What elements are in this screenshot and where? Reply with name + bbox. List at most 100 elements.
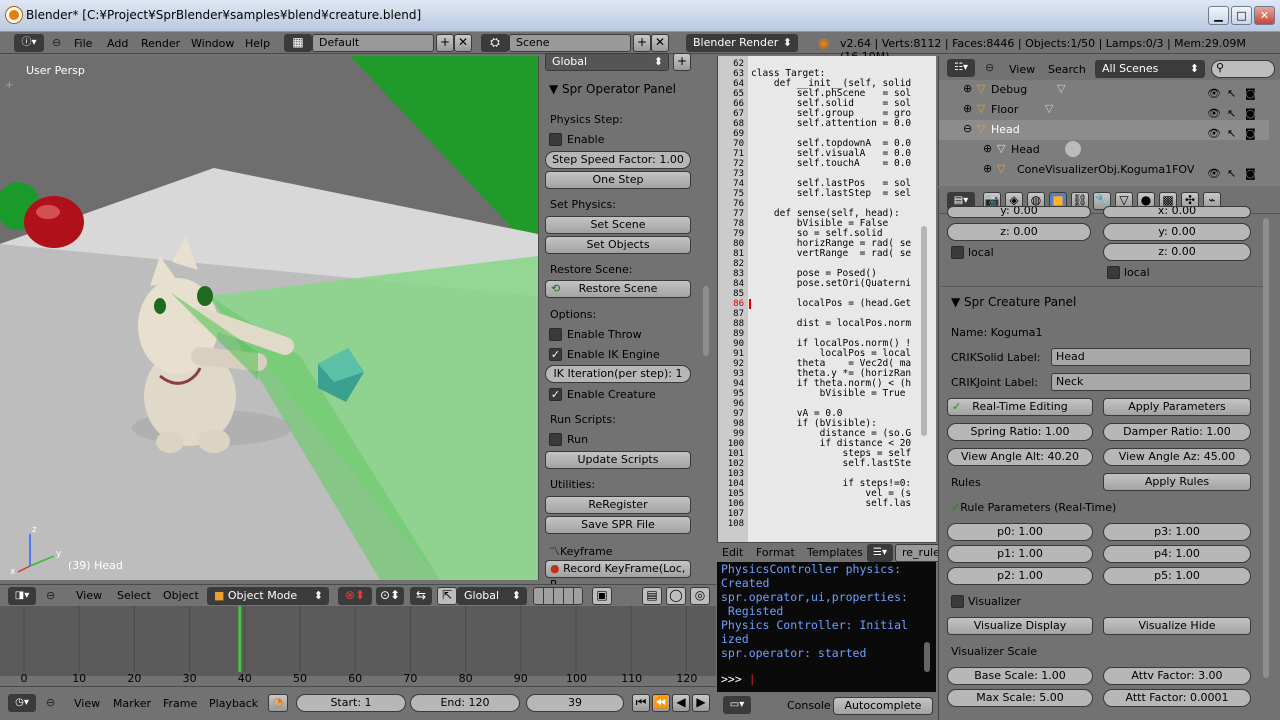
autocomplete-button[interactable]: Autocomplete [833, 697, 933, 715]
save-spr-button[interactable]: Save SPR File [545, 516, 691, 534]
attt-factor-field[interactable]: Attt Factor: 0.0001 [1103, 689, 1251, 707]
p1-field[interactable]: p1: 1.00 [947, 545, 1093, 563]
outliner-editor-icon[interactable]: ☷▾ [947, 59, 975, 77]
text-menu-format[interactable]: Format [756, 546, 795, 559]
opengl-anim-icon[interactable]: ◎ [690, 587, 710, 605]
menu-window[interactable]: Window [191, 37, 234, 50]
y-field-a[interactable]: y: 0.00 [947, 206, 1091, 218]
code-line[interactable]: 107 [718, 509, 936, 519]
orientation-select[interactable]: Global ⬍ [545, 53, 669, 71]
rule-parameters-toggle[interactable]: ✓Rule Parameters (Real-Time) [951, 501, 1116, 514]
properties-scrollbar[interactable] [1263, 218, 1269, 678]
view-angle-az-field[interactable]: View Angle Az: 45.00 [1103, 448, 1251, 466]
one-step-button[interactable]: One Step [545, 171, 691, 189]
timeline-menu-frame[interactable]: Frame [163, 697, 197, 710]
render-preview-icon[interactable]: ▤ [642, 587, 662, 605]
p3-field[interactable]: p3: 1.00 [1103, 523, 1251, 541]
apply-parameters-button[interactable]: Apply Parameters [1103, 398, 1251, 416]
visualize-hide-button[interactable]: Visualize Hide [1103, 617, 1251, 635]
timeline-menu-view[interactable]: View [74, 697, 100, 710]
code-line[interactable]: 102 self.lastSte [718, 459, 936, 470]
collapse-icon[interactable]: ⊖ [52, 36, 61, 49]
play-icon[interactable]: ▶ [692, 694, 710, 712]
crik-joint-input[interactable]: Neck [1051, 373, 1251, 391]
view3d-menu-object[interactable]: Object [163, 589, 199, 602]
visibility-eye-icons[interactable]: 👁 👁 👁 👁 [1207, 84, 1221, 184]
local-checkbox-b[interactable] [1107, 266, 1120, 279]
record-keyframe-button[interactable]: ● Record KeyFrame(Loc, R [545, 560, 691, 591]
keyframe-header[interactable]: 〽Keyframe [549, 543, 613, 559]
current-frame-line[interactable] [238, 606, 242, 672]
opengl-render-icon[interactable]: ◯ [666, 587, 686, 605]
menu-add[interactable]: Add [107, 37, 128, 50]
step-speed-field[interactable]: Step Speed Factor: 1.00 [545, 151, 691, 169]
text-editor[interactable]: 62 63 class Target: 64 def __init__(self, s… [717, 56, 936, 542]
text-datablock-icon[interactable]: ☰▾ [867, 544, 893, 562]
text-menu-templates[interactable]: Templates [807, 546, 863, 559]
select-cursor-icons[interactable]: ↖ ↖ ↖ ↖ [1227, 84, 1236, 184]
console-prompt[interactable]: >>> | [721, 672, 756, 686]
enable-checkbox[interactable] [549, 133, 562, 146]
code-line[interactable]: 81 vertRange = rad( se [718, 249, 936, 260]
transform-orientation-select[interactable]: Global ⬍ [457, 587, 527, 605]
y-field-b[interactable]: y: 0.00 [1103, 223, 1251, 241]
local-checkbox-a[interactable] [951, 246, 964, 259]
console-menu[interactable]: Console [787, 699, 831, 712]
code-line[interactable]: 68 self.attention = 0.0 [718, 119, 936, 130]
ik-iteration-field[interactable]: IK Iteration(per step): 1 [545, 365, 691, 383]
expand-icon[interactable]: ⊕ [963, 82, 972, 95]
view-angle-alt-field[interactable]: View Angle Alt: 40.20 [947, 448, 1093, 466]
layout-remove-button[interactable]: ✕ [454, 34, 472, 52]
outliner[interactable]: ☷▾ ⊖ View Search All Scenes ⬍ ⚲ ⊕ ▽ Debug… [938, 56, 1280, 186]
base-scale-field[interactable]: Base Scale: 1.00 [947, 667, 1093, 685]
maximize-button[interactable]: □ [1231, 6, 1252, 25]
layout-icon[interactable]: ▦ [284, 34, 312, 52]
3d-viewport[interactable]: z y x + User Persp (39) Head [0, 56, 538, 580]
code-line[interactable]: 86 localPos = (head.Get [718, 299, 936, 309]
code-line[interactable]: 88 dist = localPos.norm [718, 319, 936, 330]
restore-scene-button[interactable]: ⟲ Restore Scene [545, 280, 691, 298]
code-line[interactable]: 106 self.las [718, 499, 936, 510]
enable-throw-checkbox[interactable] [549, 328, 562, 341]
view3d-menu-select[interactable]: Select [117, 589, 151, 602]
translate-icon[interactable]: ⇱ [437, 587, 457, 605]
outliner-menu-search[interactable]: Search [1048, 63, 1086, 76]
visualize-display-button[interactable]: Visualize Display [947, 617, 1093, 635]
console-editor-icon[interactable]: ▭▾ [723, 696, 751, 714]
reregister-button[interactable]: ReRegister [545, 496, 691, 514]
menu-render[interactable]: Render [141, 37, 180, 50]
max-scale-field[interactable]: Max Scale: 5.00 [947, 689, 1093, 707]
update-scripts-button[interactable]: Update Scripts [545, 451, 691, 469]
outliner-search-input[interactable]: ⚲ [1211, 60, 1275, 78]
creature-panel-header[interactable]: ▼ Spr Creature Panel [951, 295, 1076, 309]
x-field-b[interactable]: x: 0.00 [1103, 206, 1251, 218]
render-camera-icons[interactable]: ◙ ◙ ◙ ◙ [1245, 84, 1256, 184]
view3d-menu-view[interactable]: View [76, 589, 102, 602]
menu-help[interactable]: Help [245, 37, 270, 50]
code-line[interactable]: 84 pose.setOri(Quaterni [718, 279, 936, 290]
python-console[interactable]: PhysicsController physics: Created spr.ope… [717, 562, 936, 692]
view3d-collapse-icon[interactable]: ⊖ [46, 589, 55, 602]
display-mode-select[interactable]: All Scenes ⬍ [1095, 60, 1205, 78]
lock-layers-icon[interactable]: ▣ [592, 587, 612, 605]
object-mode-select[interactable]: ■ Object Mode ⬍ [207, 587, 329, 605]
panel-header[interactable]: ▼ Spr Operator Panel [549, 82, 676, 96]
outliner-collapse-icon[interactable]: ⊖ [985, 61, 994, 74]
end-frame-field[interactable]: End: 120 [410, 694, 520, 712]
attv-factor-field[interactable]: Attv Factor: 3.00 [1103, 667, 1251, 685]
code-line[interactable]: 95 bVisible = True [718, 389, 936, 400]
p4-field[interactable]: p4: 1.00 [1103, 545, 1251, 563]
code-line[interactable]: 75 self.lastStep = sel [718, 189, 936, 200]
expand-icon[interactable]: ⊕ [963, 102, 972, 115]
text-scrollbar[interactable] [921, 226, 927, 436]
toolshelf-toggle-icon[interactable]: + [5, 80, 13, 91]
set-objects-button[interactable]: Set Objects [545, 236, 691, 254]
collapse-tree-icon[interactable]: ⊖ [963, 122, 972, 135]
minimize-button[interactable]: ▁ [1208, 6, 1229, 25]
jump-start-icon[interactable]: ⏮ [632, 694, 650, 712]
shading-mode-icon[interactable]: ⊗⬍ [338, 587, 372, 605]
panel-add-button[interactable]: + [673, 53, 691, 71]
layout-add-button[interactable]: + [436, 34, 454, 52]
view3d-editor-icon[interactable]: ◨▾ [8, 587, 36, 605]
menu-file[interactable]: File [74, 37, 92, 50]
